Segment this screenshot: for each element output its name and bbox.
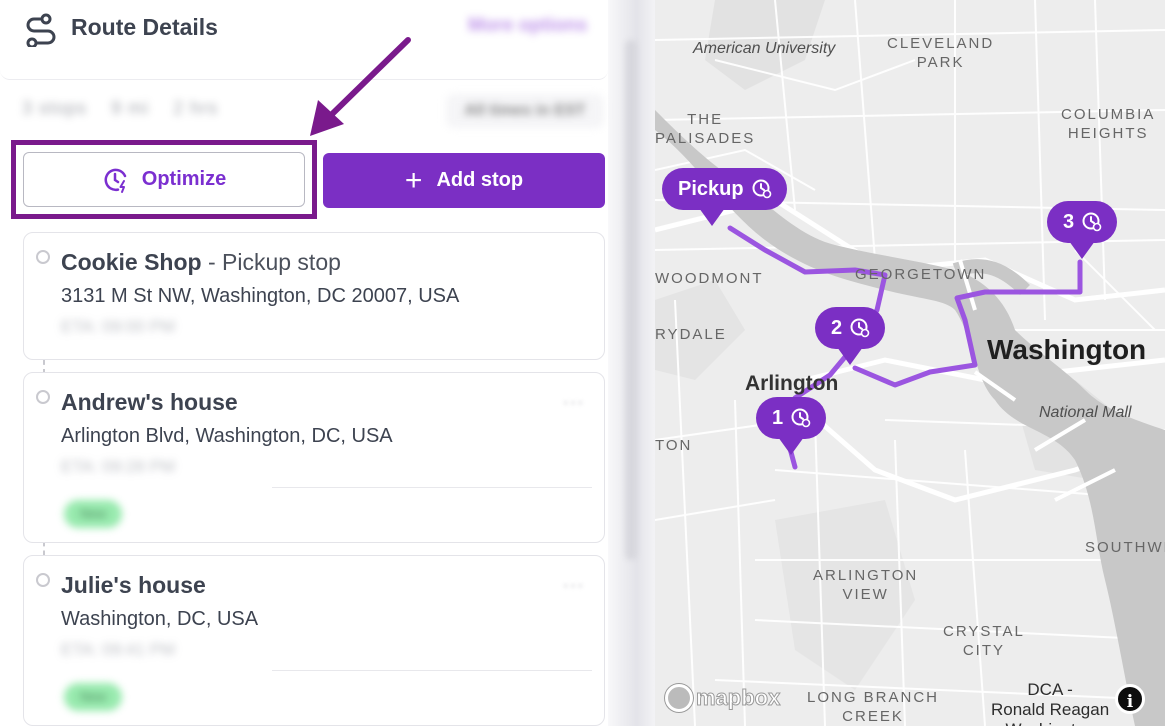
divider — [272, 487, 592, 488]
stop-name: Julie's house — [61, 572, 206, 598]
plus-icon: + — [404, 163, 423, 197]
map-label-cleveland-park: CLEVELAND PARK — [887, 35, 995, 71]
map-label-rydale: RYDALE — [655, 326, 727, 343]
clock-pin-icon — [850, 318, 870, 338]
stop-address: Washington, DC, USA — [61, 608, 259, 630]
add-stop-label: Add stop — [436, 169, 524, 191]
pin-label: 1 — [772, 406, 784, 429]
stop-address: Arlington Blvd, Washington, DC, USA — [61, 425, 393, 447]
timeline-dot — [36, 250, 50, 264]
map-pin-stop-1[interactable]: 1 — [756, 397, 827, 455]
stop-card-2[interactable]: Julie's house ··· Washington, DC, USA ET… — [23, 555, 605, 726]
map-pin-stop-3[interactable]: 3 — [1047, 201, 1118, 259]
route-distance: 9 mi — [111, 98, 150, 118]
map-label-american-university: American University — [693, 40, 836, 57]
status-badge: New — [64, 683, 122, 711]
more-options-button[interactable]: More options — [468, 15, 587, 37]
map-label-the-palisades: THE PALISADES — [655, 111, 756, 147]
status-badge: New — [64, 500, 122, 528]
clock-pin-icon — [791, 408, 811, 428]
mapbox-logo[interactable]: mapbox — [665, 684, 781, 712]
add-stop-button[interactable]: + Add stop — [323, 153, 605, 208]
clock-pin-icon — [1082, 212, 1102, 232]
map-label-national-mall: National Mall — [1039, 404, 1132, 421]
divider — [272, 670, 592, 671]
pin-label: Pickup — [678, 177, 744, 200]
stop-card-pickup[interactable]: Cookie Shop - Pickup stop 3131 M St NW, … — [23, 232, 605, 360]
map-label-woodmont: WOODMONT — [655, 270, 764, 287]
stop-name: Andrew's house — [61, 389, 238, 415]
stop-menu-button[interactable]: ··· — [562, 572, 584, 598]
map-label-arlington-view: ARLINGTON VIEW — [813, 567, 919, 603]
map-label-ton: TON — [655, 437, 693, 454]
stop-eta: ETA: 09:41 PM — [61, 640, 176, 659]
page-title: Route Details — [71, 14, 218, 40]
clock-pin-icon — [752, 179, 771, 199]
map-label-crystal-city: CRYSTAL CITY — [943, 623, 1025, 659]
timeline-dot — [36, 573, 50, 587]
map-label-southwest: SOUTHWE — [1085, 539, 1165, 556]
stop-name: Cookie Shop - Pickup stop — [61, 249, 341, 276]
pin-label: 3 — [1063, 210, 1075, 233]
pin-label: 2 — [831, 316, 843, 339]
stop-card-1[interactable]: Andrew's house ··· Arlington Blvd, Washi… — [23, 372, 605, 543]
stop-eta: ETA: 09:00 PM — [61, 317, 176, 336]
timezone-badge[interactable]: All times in EST — [446, 94, 604, 128]
route-icon — [26, 13, 56, 47]
map-pin-pickup[interactable]: Pickup — [662, 168, 787, 226]
map-label-long-branch-creek: LONG BRANCH CREEK — [807, 689, 940, 725]
mapbox-mark-icon — [665, 684, 693, 712]
scrollbar[interactable] — [625, 40, 637, 560]
stop-title: Cookie Shop — [61, 249, 202, 275]
route-duration: 2 hrs — [173, 98, 219, 118]
stop-eta: ETA: 09:28 PM — [61, 457, 176, 476]
map-label-washington: Washington — [987, 334, 1147, 365]
info-icon[interactable]: i — [1115, 684, 1145, 714]
stop-address: 3131 M St NW, Washington, DC 20007, USA — [61, 285, 460, 307]
map-label-columbia-heights: COLUMBIA HEIGHTS — [1061, 106, 1156, 142]
map-view[interactable]: American University CLEVELAND PARK THE P… — [655, 0, 1165, 726]
stop-menu-button[interactable]: ··· — [562, 389, 584, 415]
mapbox-wordmark: mapbox — [695, 685, 781, 711]
route-summary: 3 stops 9 mi 2 hrs — [22, 98, 236, 119]
annotation-arrow-icon — [310, 37, 411, 136]
timeline-dot — [36, 390, 50, 404]
highlight-frame — [11, 140, 317, 219]
stop-type: - Pickup stop — [201, 249, 341, 275]
stops-count: 3 stops — [22, 98, 88, 118]
map-pin-stop-2[interactable]: 2 — [815, 307, 886, 365]
map-label-georgetown: GEORGETOWN — [855, 266, 987, 283]
map-label-dca: DCA - Ronald Reagan Washington — [991, 680, 1110, 726]
map-label-arlington: Arlington — [745, 372, 839, 395]
route-details-panel: Route Details More options 3 stops 9 mi … — [0, 0, 620, 726]
